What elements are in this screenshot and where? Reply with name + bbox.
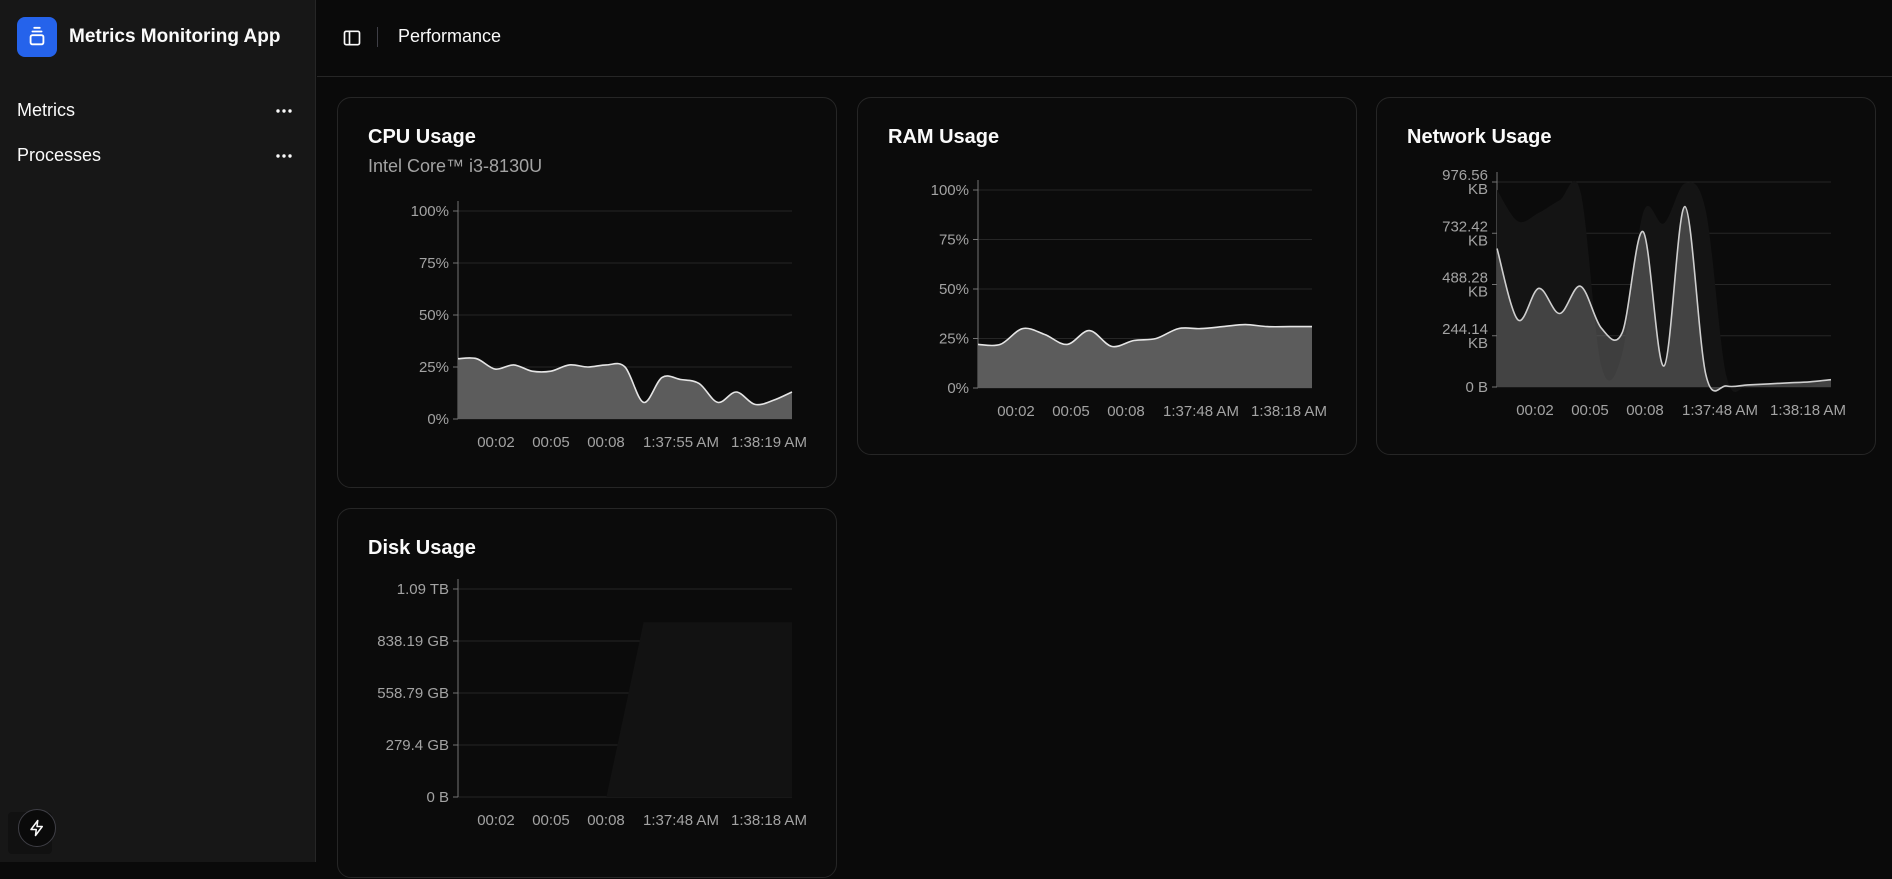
series-area xyxy=(978,324,1312,388)
y-tick-label: 838.19 GB xyxy=(377,633,449,650)
y-tick-label: 50% xyxy=(419,307,449,324)
sidebar-item-label: Processes xyxy=(17,145,102,165)
ram-usage-chart: 0% 25% 50% 75% 100% 00:02 00:05 00:08 1:37:48 AM… xyxy=(931,180,1327,420)
x-tick-label: 1:38:18 AM xyxy=(1770,402,1846,419)
y-tick-label: 0% xyxy=(947,380,969,397)
ram-usage-card: RAM Usage 0% 25% 50% 75% 100% 00:02 00:05 00:08… xyxy=(857,97,1357,455)
sidebar: Metrics Monitoring App Metrics Processes xyxy=(0,0,316,862)
x-tick-label: 00:02 xyxy=(477,434,515,451)
series-area xyxy=(458,622,792,797)
sidebar-nav: Metrics Processes xyxy=(0,88,316,178)
sidebar-toggle-icon xyxy=(343,30,361,46)
x-tick-label: 00:02 xyxy=(477,812,515,829)
y-tick-label: 976.56 KB xyxy=(1442,167,1488,198)
y-tick-label: 0% xyxy=(427,411,449,428)
x-tick-label: 1:37:48 AM xyxy=(1163,403,1239,420)
disk-usage-chart: 0 B 279.4 GB 558.79 GB 838.19 GB 1.09 TB 00:0… xyxy=(377,579,807,829)
y-tick-label: 75% xyxy=(939,232,969,249)
y-tick-label: 0 B xyxy=(426,789,449,806)
y-tick-label: 1.09 TB xyxy=(397,581,449,598)
y-tick-label: 25% xyxy=(939,331,969,348)
x-tick-label: 00:08 xyxy=(587,434,625,451)
network-usage-chart: 0 B 244.14 KB 488.28 KB 732.42 KB 976.56 KB 00:02… xyxy=(1442,167,1846,419)
header-divider xyxy=(377,27,378,47)
brand[interactable]: Metrics Monitoring App xyxy=(17,17,280,57)
x-tick-label: 00:05 xyxy=(532,434,570,451)
x-tick-label: 00:02 xyxy=(1516,402,1554,419)
x-tick-label: 1:37:48 AM xyxy=(1682,402,1758,419)
app-title: Metrics Monitoring App xyxy=(69,26,281,47)
lightning-icon xyxy=(30,819,43,837)
layers-icon xyxy=(17,17,57,57)
x-tick-label: 00:05 xyxy=(1571,402,1609,419)
y-tick-label: 558.79 GB xyxy=(377,685,449,702)
y-tick-label: 244.14 KB xyxy=(1442,321,1488,352)
y-tick-label: 75% xyxy=(419,255,449,272)
page-title: Performance xyxy=(398,26,502,46)
more-horizontal-icon[interactable] xyxy=(274,146,294,166)
network-usage-card: Network Usage 0 B 244.14 KB 488.28 KB 732.42 K… xyxy=(1376,97,1876,455)
y-tick-label: 732.42 KB xyxy=(1442,218,1488,249)
sidebar-toggle-button[interactable] xyxy=(339,25,365,51)
lightning-button[interactable] xyxy=(18,809,56,847)
x-tick-label: 1:37:55 AM xyxy=(643,434,719,451)
x-tick-label: 00:05 xyxy=(532,812,570,829)
y-tick-label: 100% xyxy=(411,203,449,220)
x-tick-label: 00:08 xyxy=(1107,403,1145,420)
cpu-usage-chart: 0% 25% 50% 75% 100% 00:02 00:05 00:08 1:37:55 AM… xyxy=(411,201,807,451)
x-tick-label: 1:38:19 AM xyxy=(731,434,807,451)
x-tick-label: 1:38:18 AM xyxy=(731,812,807,829)
y-tick-label: 50% xyxy=(939,281,969,298)
cpu-usage-card: CPU Usage Intel Core™ i3-8130U 0% 25% 50% 7… xyxy=(337,97,837,488)
x-tick-label: 00:05 xyxy=(1052,403,1090,420)
y-tick-label: 100% xyxy=(931,182,969,199)
y-tick-label: 279.4 GB xyxy=(386,737,449,754)
x-tick-label: 00:08 xyxy=(1626,402,1664,419)
x-tick-label: 00:08 xyxy=(587,812,625,829)
more-horizontal-icon[interactable] xyxy=(274,101,294,121)
sidebar-item-label: Metrics xyxy=(17,100,75,120)
x-tick-label: 00:02 xyxy=(997,403,1035,420)
x-tick-label: 1:37:48 AM xyxy=(643,812,719,829)
disk-usage-card: Disk Usage 0 B 279.4 GB 558.79 GB 838.19 GB… xyxy=(337,508,837,878)
header: Performance xyxy=(317,0,1892,77)
sidebar-item-processes[interactable]: Processes xyxy=(0,133,316,178)
sidebar-item-metrics[interactable]: Metrics xyxy=(0,88,316,133)
y-tick-label: 0 B xyxy=(1465,379,1488,396)
x-tick-label: 1:38:18 AM xyxy=(1251,403,1327,420)
y-tick-label: 25% xyxy=(419,359,449,376)
y-tick-label: 488.28 KB xyxy=(1442,270,1488,301)
